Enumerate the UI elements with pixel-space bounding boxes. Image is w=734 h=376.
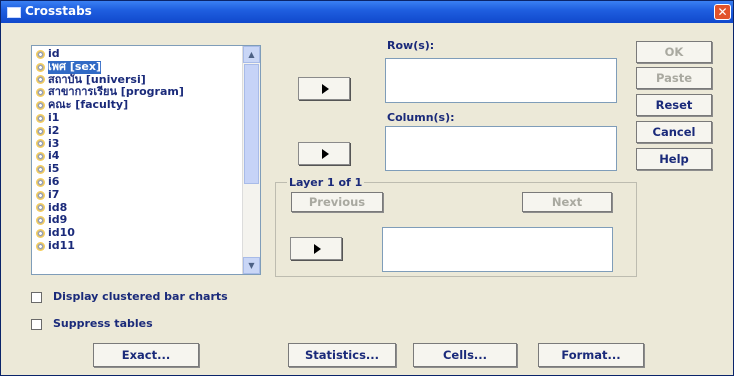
scale-variable-icon [36,62,45,72]
window-title: Crosstabs [25,4,92,18]
list-item-label: i2 [48,123,60,137]
list-item-label: id [48,47,60,60]
scroll-thumb[interactable] [244,64,259,184]
move-to-layer-button[interactable] [290,237,342,260]
move-to-rows-button[interactable] [298,77,350,100]
list-item[interactable]: คณะ [faculty] [34,98,242,112]
title-bar[interactable]: Crosstabs ✕ [1,1,733,23]
help-button[interactable]: Help [636,148,712,170]
cancel-button[interactable]: Cancel [636,121,712,143]
exact-button[interactable]: Exact... [93,343,199,367]
previous-layer-button[interactable]: Previous [291,192,383,212]
crosstabs-dialog: Crosstabs ✕ id เพศ [sex] สถาบัน [universi]… [0,0,734,376]
list-item[interactable]: id11 [34,238,242,253]
columns-field[interactable] [385,126,617,171]
next-layer-button[interactable]: Next [522,192,612,212]
scale-variable-icon [36,101,45,111]
window-icon [7,7,21,18]
scale-variable-icon [36,113,45,123]
rows-label: Row(s): [387,39,435,52]
list-item[interactable]: i3 [34,137,242,151]
suppress-tables-label: Suppress tables [53,317,153,330]
cells-button[interactable]: Cells... [413,343,517,367]
list-item[interactable]: i1 [34,110,242,125]
rows-field[interactable] [385,58,617,103]
scale-variable-icon [36,177,45,187]
right-arrow-icon [322,84,329,94]
scale-variable-icon [36,241,45,251]
list-item[interactable]: i5 [34,162,242,176]
scale-variable-icon [36,126,45,136]
scroll-up-button[interactable]: ▲ [243,46,260,63]
list-item-label: id11 [48,238,75,252]
statistics-button[interactable]: Statistics... [288,343,396,367]
right-arrow-icon [322,149,329,159]
clustered-bar-charts-checkbox[interactable] [31,292,42,303]
scale-variable-icon [36,229,45,239]
format-button[interactable]: Format... [538,343,644,367]
variable-items: id เพศ [sex] สถาบัน [universi] สาขาการเรียน… [34,47,242,253]
list-item-label: i6 [48,174,60,188]
variable-list-scrollbar[interactable]: ▲ ▼ [242,46,260,274]
scale-variable-icon [36,139,45,149]
scroll-down-button[interactable]: ▼ [243,257,260,274]
list-item[interactable]: i7 [34,187,242,202]
right-arrow-icon [314,244,321,254]
list-item[interactable]: i6 [34,174,242,189]
move-to-columns-button[interactable] [298,142,350,165]
reset-button[interactable]: Reset [636,94,712,116]
list-item[interactable]: i2 [34,123,242,138]
scale-variable-icon [36,75,45,85]
clustered-bar-charts-label: Display clustered bar charts [53,290,228,303]
list-item-label: คณะ [faculty] [48,98,129,112]
list-item-label: i7 [48,187,60,201]
variable-list[interactable]: id เพศ [sex] สถาบัน [universi] สาขาการเรียน… [31,45,261,275]
paste-button[interactable]: Paste [636,67,712,89]
list-item[interactable]: เพศ [sex] [34,59,242,74]
suppress-tables-checkbox[interactable] [31,319,42,330]
scale-variable-icon [36,49,45,59]
scale-variable-icon [36,152,45,162]
ok-button[interactable]: OK [636,41,712,63]
list-item[interactable]: id [34,47,242,61]
scale-variable-icon [36,88,45,98]
list-item[interactable]: i4 [34,150,242,163]
layer-field[interactable] [382,227,613,272]
close-button[interactable]: ✕ [714,4,731,20]
scale-variable-icon [36,165,45,175]
list-item-label: i1 [48,110,60,124]
columns-label: Column(s): [387,111,455,124]
list-item-label: เพศ [sex] [48,59,101,74]
scale-variable-icon [36,190,45,200]
scale-variable-icon [36,203,45,213]
layer-title: Layer 1 of 1 [287,176,365,189]
scale-variable-icon [36,216,45,226]
